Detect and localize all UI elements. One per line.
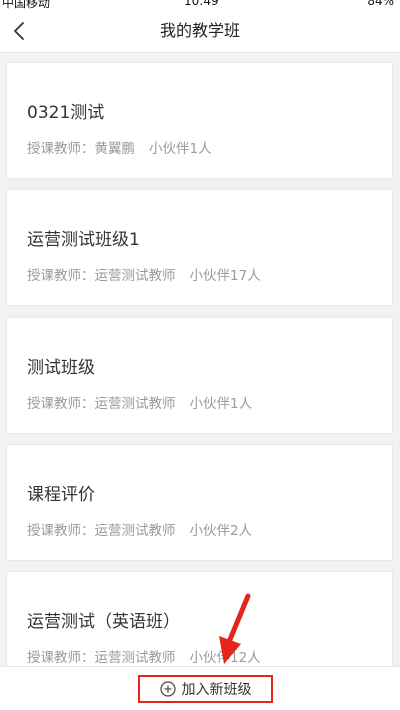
plus-circle-icon <box>159 681 176 697</box>
class-card[interactable]: 测试班级 授课教师：运营测试教师 小伙伴1人 <box>6 317 393 434</box>
member-count: 小伙伴1人 <box>149 141 212 157</box>
class-card[interactable]: 运营测试班级1 授课教师：运营测试教师 小伙伴17人 <box>6 189 393 306</box>
teacher-label: 授课教师： <box>27 523 95 539</box>
battery-level: 84% <box>367 0 394 8</box>
add-class-label: 加入新班级 <box>181 682 252 698</box>
class-name: 运营测试班级1 <box>27 230 140 250</box>
teacher-name: 运营测试教师 <box>94 650 176 666</box>
class-meta: 授课教师：运营测试教师 小伙伴17人 <box>27 264 261 284</box>
teacher-name: 运营测试教师 <box>94 523 176 539</box>
page-title: 我的教学班 <box>159 21 240 40</box>
member-count: 小伙伴17人 <box>189 268 261 284</box>
bottom-bar: 加入新班级 <box>0 666 400 710</box>
class-name: 0321测试 <box>27 103 105 123</box>
teacher-name: 运营测试教师 <box>94 268 176 284</box>
member-count: 小伙伴1人 <box>189 396 253 412</box>
add-class-button[interactable]: 加入新班级 <box>138 675 273 703</box>
class-meta: 授课教师：黄翼鹏 小伙伴1人 <box>27 137 212 157</box>
teacher-name: 黄翼鹏 <box>94 141 136 157</box>
teacher-name: 运营测试教师 <box>94 396 176 412</box>
class-meta: 授课教师：运营测试教师 小伙伴1人 <box>27 392 252 412</box>
status-bar: 中国移动 10:49 84% <box>0 0 400 10</box>
clock: 10:49 <box>184 0 219 8</box>
teacher-label: 授课教师： <box>27 396 95 412</box>
class-name: 测试班级 <box>27 358 95 378</box>
teacher-label: 授课教师： <box>27 141 95 157</box>
class-meta: 授课教师：运营测试教师 小伙伴2人 <box>27 519 252 539</box>
class-name: 课程评价 <box>27 485 95 505</box>
class-name: 运营测试（英语班） <box>27 612 180 632</box>
member-count: 小伙伴2人 <box>189 523 253 539</box>
nav-bar: 我的教学班 <box>0 10 400 53</box>
teacher-label: 授课教师： <box>27 268 95 284</box>
teacher-label: 授课教师： <box>27 650 95 666</box>
red-arrow-icon <box>219 593 251 664</box>
class-card[interactable]: 课程评价 授课教师：运营测试教师 小伙伴2人 <box>6 444 393 561</box>
class-card[interactable]: 0321测试 授课教师：黄翼鹏 小伙伴1人 <box>6 62 393 179</box>
carrier-label: 中国移动 <box>2 0 51 10</box>
